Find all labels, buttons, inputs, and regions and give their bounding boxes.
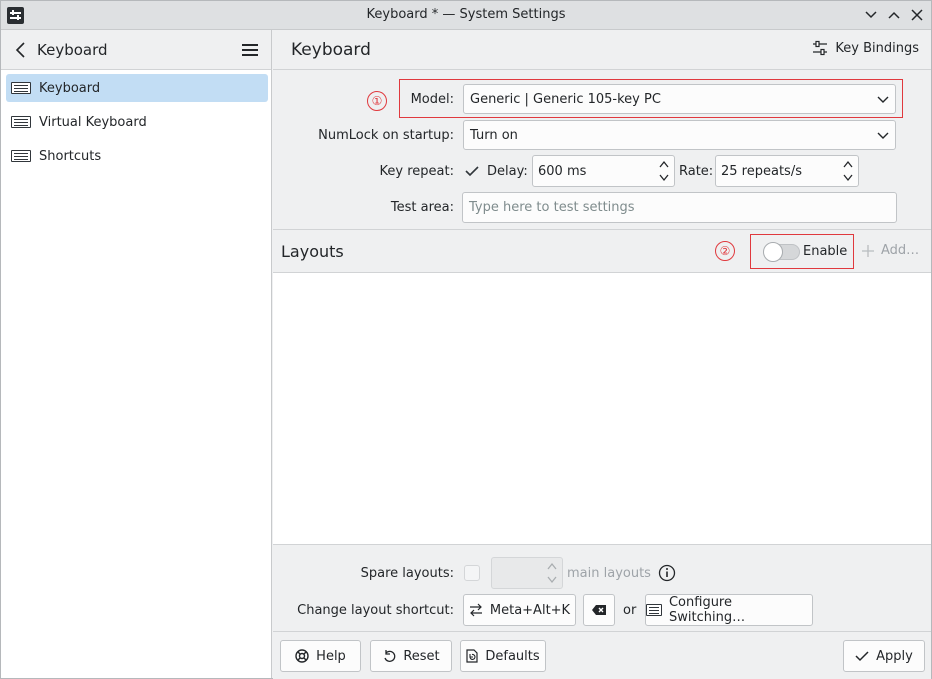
title-bar[interactable]: Keyboard * — System Settings (1, 1, 931, 30)
keyboard-icon (11, 82, 31, 94)
checkmark-icon (465, 166, 479, 177)
apply-button[interactable]: Apply (843, 640, 925, 672)
spin-arrows-icon[interactable] (658, 159, 670, 183)
configure-switching-label: Configure Switching… (668, 595, 746, 625)
test-area-input[interactable]: Type here to test settings (462, 192, 897, 223)
spin-arrows-icon[interactable] (546, 561, 558, 585)
chevron-down-icon (877, 132, 889, 139)
test-area-label: Test area: (390, 200, 454, 215)
plus-icon (862, 244, 874, 257)
keyboard-icon (11, 150, 31, 162)
maximize-icon[interactable] (884, 5, 904, 25)
delay-label: Delay: (487, 164, 528, 179)
sidebar-item-label: Virtual Keyboard (39, 114, 147, 130)
swap-arrows-icon (469, 603, 482, 617)
delay-value: 600 ms (538, 163, 587, 179)
model-value: Generic | Generic 105-key PC (470, 91, 661, 107)
sidebar-item-keyboard[interactable]: Keyboard (6, 74, 268, 102)
reset-label: Reset (403, 648, 440, 664)
window-title: Keyboard * — System Settings (366, 7, 566, 22)
main-header: Keyboard Key Bindings (273, 30, 931, 70)
rate-label: Rate: (679, 164, 714, 179)
delay-spinbox[interactable]: 600 ms (532, 155, 675, 187)
enable-label[interactable]: Enable (803, 244, 847, 259)
model-combobox[interactable]: Generic | Generic 105-key PC (463, 84, 896, 114)
chevron-down-icon (877, 96, 889, 103)
sidebar-item-shortcuts[interactable]: Shortcuts (6, 142, 268, 170)
add-layout-button[interactable]: Add… (861, 243, 919, 258)
key-repeat-label: Key repeat: (379, 164, 454, 179)
close-icon[interactable] (907, 5, 927, 25)
spare-layouts-spinbox[interactable] (491, 557, 563, 589)
info-icon[interactable] (658, 564, 676, 586)
help-button[interactable]: Help (280, 640, 361, 672)
spare-suffix-label: main layouts (567, 566, 651, 581)
change-shortcut-label: Change layout shortcut: (297, 603, 454, 618)
model-label: Model: (410, 92, 454, 107)
defaults-label: Defaults (485, 648, 540, 664)
spare-layouts-checkbox[interactable] (464, 565, 480, 581)
shortcut-value: Meta+Alt+K (489, 602, 571, 618)
numlock-value: Turn on (470, 127, 518, 143)
clear-shortcut-button[interactable] (583, 594, 615, 626)
layout-shortcut-button[interactable]: Meta+Alt+K (463, 594, 576, 626)
back-arrow-icon[interactable] (13, 41, 29, 59)
defaults-button[interactable]: Defaults (460, 640, 546, 672)
reset-button[interactable]: Reset (370, 640, 452, 672)
rate-spinbox[interactable]: 25 repeats/s (715, 155, 859, 187)
or-label: or (623, 603, 637, 618)
sliders-icon (813, 40, 828, 56)
sidebar-item-label: Keyboard (39, 80, 101, 96)
test-area-placeholder: Type here to test settings (469, 200, 635, 215)
add-label: Add… (881, 243, 920, 258)
numlock-combobox[interactable]: Turn on (463, 120, 896, 150)
window-menu-chevron-icon[interactable] (861, 5, 881, 25)
backspace-icon (592, 605, 606, 615)
sidebar-item-virtual-keyboard[interactable]: Virtual Keyboard (6, 108, 268, 136)
keyboard-icon (11, 116, 31, 128)
document-revert-icon (466, 649, 478, 663)
system-settings-window: Keyboard * — System Settings Keyboard Ke… (0, 0, 932, 679)
keyboard-icon (646, 604, 662, 616)
configure-switching-button[interactable]: Configure Switching… (645, 594, 813, 626)
rate-value: 25 repeats/s (721, 163, 802, 179)
sidebar: Keyboard Keyboard Virtual Keyboard Short… (1, 30, 272, 678)
undo-icon (384, 650, 396, 662)
checkmark-icon (855, 651, 869, 662)
annotation-2: ② (715, 241, 735, 261)
sidebar-item-label: Shortcuts (39, 148, 102, 164)
key-bindings-button[interactable]: Key Bindings (812, 40, 919, 56)
page-title: Keyboard (291, 40, 371, 60)
key-bindings-label: Key Bindings (835, 40, 919, 56)
key-repeat-checkbox[interactable] (463, 162, 481, 180)
numlock-label: NumLock on startup: (318, 128, 454, 143)
hamburger-menu-icon[interactable] (241, 42, 259, 58)
spin-arrows-icon[interactable] (842, 159, 854, 183)
spare-layouts-label: Spare layouts: (360, 566, 454, 581)
layouts-list[interactable] (273, 273, 931, 545)
layouts-header: Layouts ② Enable Add… (273, 229, 931, 273)
help-label: Help (316, 648, 346, 664)
sidebar-header: Keyboard (1, 30, 271, 70)
enable-layouts-toggle[interactable] (763, 242, 800, 262)
sidebar-title: Keyboard (37, 41, 108, 59)
lifebuoy-help-icon (295, 649, 309, 663)
layouts-title: Layouts (281, 242, 344, 261)
apply-label: Apply (876, 648, 913, 664)
